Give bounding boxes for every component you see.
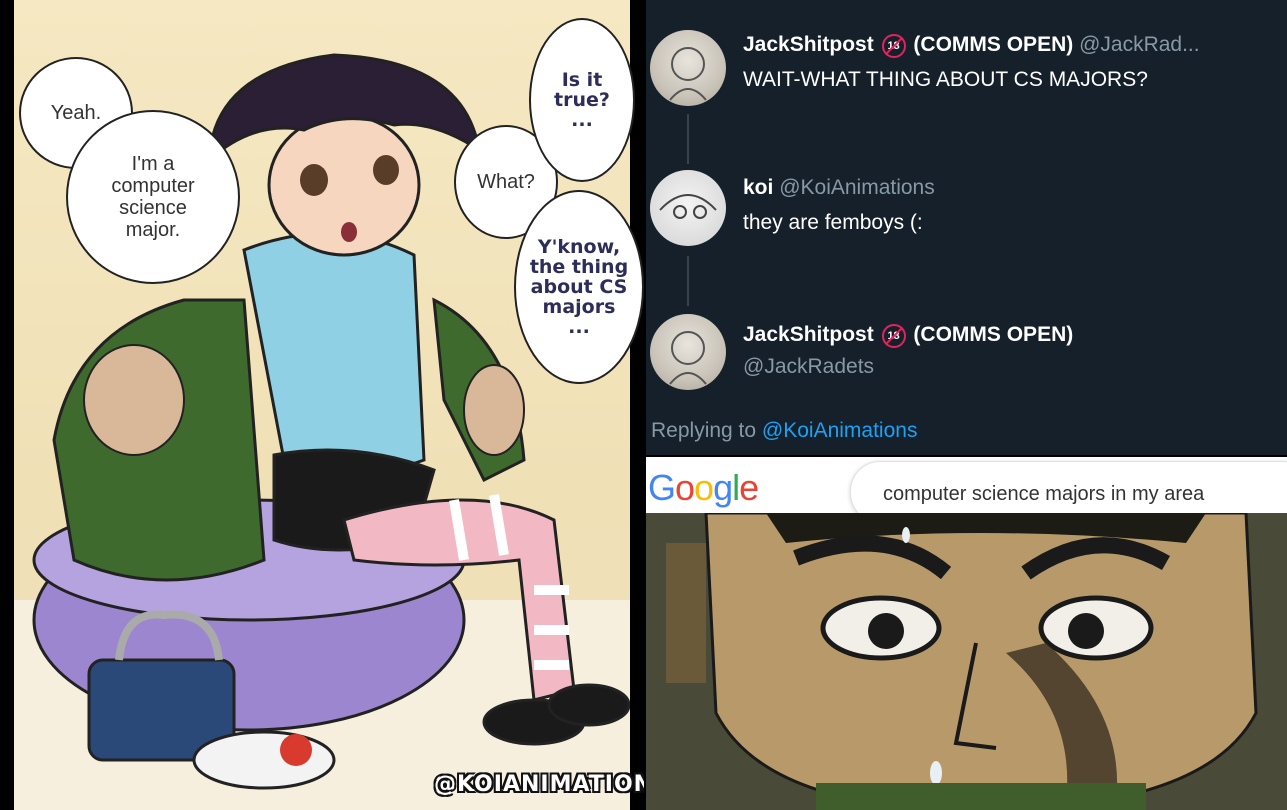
anime-face-image <box>646 513 1287 810</box>
green-collar <box>816 783 1146 810</box>
tweet-handle[interactable]: @KoiAnimations <box>779 176 935 199</box>
logo-letter: g <box>713 467 733 508</box>
speech-bubble-is-it-true: Is it true? ... <box>529 18 635 182</box>
logo-letter: o <box>694 467 714 508</box>
logo-letter: o <box>675 467 695 508</box>
search-input[interactable] <box>881 482 1287 507</box>
pupil-left <box>868 613 904 649</box>
thread-line <box>687 114 689 164</box>
pupil-right <box>1068 613 1104 649</box>
tweet-koi[interactable]: koi @KoiAnimations they are femboys (: <box>646 160 1287 306</box>
avatar[interactable] <box>650 30 726 106</box>
right-shoe <box>547 683 630 727</box>
eye-right <box>373 155 399 185</box>
replying-to-line: Replying to @KoiAnimations <box>651 419 917 443</box>
logo-letter: e <box>739 467 759 508</box>
fur-trim-right <box>463 364 525 456</box>
sweat-drop <box>930 761 942 785</box>
blue-shirt <box>242 232 426 477</box>
no-under-18-icon: 18 <box>881 324 906 348</box>
fur-trim <box>83 344 185 456</box>
tweet-handle[interactable]: @JackRadets <box>743 355 874 379</box>
artist-watermark: @KOIANIMATIONS <box>434 772 644 797</box>
tweet-handle[interactable]: @JackRad... <box>1079 33 1200 56</box>
no-under-18-icon: 18 <box>881 34 906 58</box>
speech-bubble-cs-major: I'm a computer science major. <box>66 110 240 284</box>
comic-background: Yeah. I'm a computer science major. What… <box>14 0 644 810</box>
twitter-thread: JackShitpost 18 (COMMS OPEN) @JackRad...… <box>646 0 1287 455</box>
tweet-author[interactable]: koi @KoiAnimations <box>743 176 935 200</box>
tweet-author[interactable]: JackShitpost 18 (COMMS OPEN) @JackRad... <box>743 33 1200 58</box>
logo-letter: G <box>648 467 676 508</box>
reply-target-link[interactable]: @KoiAnimations <box>762 419 918 442</box>
door-frame <box>666 543 706 683</box>
shocked-face-illustration <box>646 513 1287 810</box>
koi-plush <box>192 730 336 790</box>
avatar[interactable] <box>650 314 726 390</box>
replying-label: Replying to <box>651 419 757 442</box>
tweet-text: WAIT-WHAT THING ABOUT CS MAJORS? <box>743 68 1148 91</box>
sweat-drop <box>902 527 910 543</box>
mouth <box>341 222 357 242</box>
koi-spot <box>280 734 312 766</box>
comic-panel: Yeah. I'm a computer science major. What… <box>0 0 644 810</box>
tweet-text: they are femboys (: <box>743 211 923 234</box>
tweet-jackshitpost-2[interactable]: JackShitpost 18 (COMMS OPEN) @JackRadets <box>646 300 1287 400</box>
google-search-header: Google <box>646 457 1287 523</box>
face-shape <box>704 513 1258 810</box>
thread-line <box>687 256 689 306</box>
google-logo[interactable]: Google <box>648 467 759 509</box>
eye-left <box>300 164 328 196</box>
tweet-jackshitpost-1[interactable]: JackShitpost 18 (COMMS OPEN) @JackRad...… <box>646 0 1287 164</box>
tweet-author[interactable]: JackShitpost 18 (COMMS OPEN) <box>743 323 1073 348</box>
speech-bubble-yknow: Y'know, the thing about CS majors ... <box>514 190 644 384</box>
avatar[interactable] <box>650 170 726 246</box>
